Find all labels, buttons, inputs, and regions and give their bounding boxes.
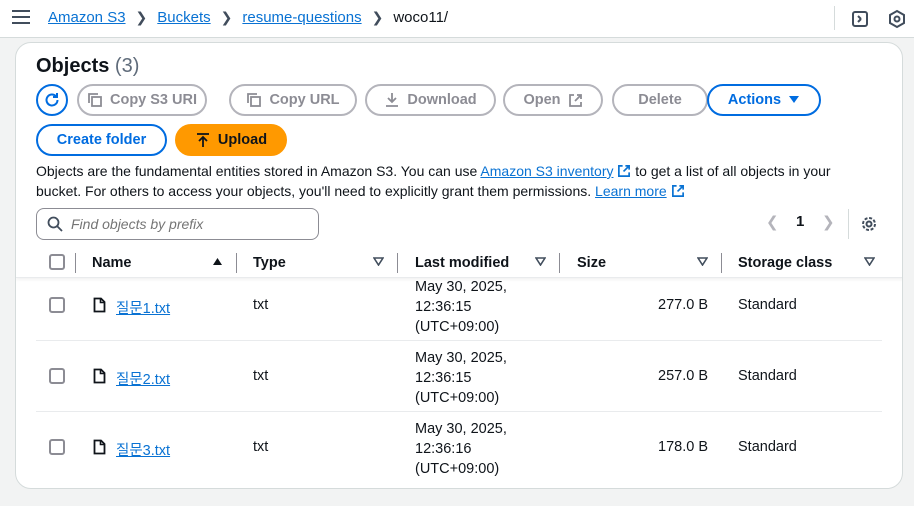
copy-icon [246,92,262,108]
page-title: Objects (3) [36,55,139,78]
chevron-right-icon: ❯ [135,9,148,25]
description-text-1: Objects are the fundamental entities sto… [36,163,481,179]
storage-class: Standard [738,368,797,384]
download-label: Download [407,92,477,108]
chevron-left-icon[interactable]: ❮ [766,213,779,231]
table-row: 질문2.txt txt May 30, 2025, 12:36:15 (UTC+… [36,341,882,412]
learn-more-link[interactable]: Learn more [595,183,667,199]
last-modified: May 30, 2025, 12:36:16 (UTC+09:00) [415,419,507,479]
modified-time: 12:36:15 [415,299,472,315]
upload-label: Upload [217,132,268,148]
file-type: txt [253,368,269,384]
chevron-right-icon: ❯ [371,9,384,25]
caret-down-icon[interactable] [697,257,708,266]
actions-label: Actions [727,92,782,108]
last-modified: May 30, 2025, 12:36:15 (UTC+09:00) [415,348,507,408]
modified-timezone: (UTC+09:00) [415,319,500,335]
copy-url-button[interactable]: Copy URL [229,84,357,116]
select-all-checkbox[interactable] [49,254,65,270]
last-modified: May 30, 2025, 12:36:15 (UTC+09:00) [415,277,507,337]
inventory-link[interactable]: Amazon S3 inventory [480,163,613,179]
file-icon [93,368,106,384]
table-row: 질문1.txt txt May 30, 2025, 12:36:15 (UTC+… [36,270,882,341]
create-folder-label: Create folder [56,132,147,148]
object-count: (3) [114,55,140,77]
file-size: 257.0 B [658,368,708,384]
objects-panel: Objects (3) Copy S3 URI Copy URL Downloa… [15,42,903,489]
search-field[interactable] [36,208,319,240]
modified-time: 12:36:16 [415,441,472,457]
open-label: Open [523,92,561,108]
table-row: 질문3.txt txt May 30, 2025, 12:36:16 (UTC+… [36,412,882,483]
chevron-right-icon[interactable]: ❯ [822,213,835,231]
file-name-link[interactable]: 질문1.txt [116,297,170,318]
column-storage-class[interactable]: Storage class [738,255,832,271]
divider [848,209,849,239]
menu-icon[interactable] [12,10,30,26]
column-size[interactable]: Size [577,255,606,271]
caret-down-icon[interactable] [373,257,384,266]
modified-date: May 30, 2025, [415,421,507,437]
sort-ascending-icon[interactable] [212,257,223,266]
modified-timezone: (UTC+09:00) [415,390,500,406]
actions-dropdown[interactable]: Actions [707,84,821,116]
upload-icon [195,132,211,148]
modified-date: May 30, 2025, [415,279,507,295]
breadcrumb-buckets[interactable]: Buckets [157,9,210,26]
modified-time: 12:36:15 [415,370,472,386]
delete-label: Delete [638,92,682,108]
row-checkbox[interactable] [49,297,65,313]
row-checkbox[interactable] [49,439,65,455]
file-size: 277.0 B [658,297,708,313]
file-type: txt [253,439,269,455]
search-icon [47,216,63,232]
external-link-icon [671,185,684,197]
column-type[interactable]: Type [253,255,286,271]
row-checkbox[interactable] [49,368,65,384]
column-name[interactable]: Name [92,255,132,271]
objects-description: Objects are the fundamental entities sto… [36,161,876,201]
file-name-link[interactable]: 질문2.txt [116,368,170,389]
file-icon [93,439,106,455]
breadcrumb-amazon-s3[interactable]: Amazon S3 [48,9,126,26]
modified-date: May 30, 2025, [415,350,507,366]
chevron-right-icon: ❯ [220,9,233,25]
file-type: txt [253,297,269,313]
delete-button[interactable]: Delete [612,84,708,116]
search-input[interactable] [71,216,311,232]
download-icon [384,92,400,108]
storage-class: Standard [738,297,797,313]
breadcrumb-bucket[interactable]: resume-questions [242,9,361,26]
download-button[interactable]: Download [365,84,496,116]
open-button[interactable]: Open [503,84,603,116]
external-link-icon [618,165,631,177]
page-number[interactable]: 1 [796,213,804,230]
caret-down-icon[interactable] [864,257,875,266]
file-size: 178.0 B [658,439,708,455]
refresh-icon [45,93,59,107]
column-last-modified[interactable]: Last modified [415,255,509,271]
copy-url-label: Copy URL [269,92,340,108]
file-icon [93,297,106,313]
upload-button[interactable]: Upload [175,124,287,156]
storage-class: Standard [738,439,797,455]
copy-icon [87,92,103,108]
side-panel-icon[interactable] [850,9,870,29]
modified-timezone: (UTC+09:00) [415,461,500,477]
divider [834,6,835,30]
breadcrumb: Amazon S3 ❯ Buckets ❯ resume-questions ❯… [48,9,448,26]
file-name-link[interactable]: 질문3.txt [116,439,170,460]
settings-icon[interactable] [860,215,878,233]
title-text: Objects [36,55,110,77]
copy-s3-uri-label: Copy S3 URI [109,92,197,108]
caret-down-icon [788,95,800,105]
external-link-icon [568,93,583,108]
top-navigation: Amazon S3 ❯ Buckets ❯ resume-questions ❯… [0,0,914,38]
caret-down-icon[interactable] [535,257,546,266]
notifications-icon[interactable] [887,9,907,29]
refresh-button[interactable] [36,84,68,116]
copy-s3-uri-button[interactable]: Copy S3 URI [77,84,207,116]
create-folder-button[interactable]: Create folder [36,124,167,156]
breadcrumb-current: woco11/ [393,9,449,26]
